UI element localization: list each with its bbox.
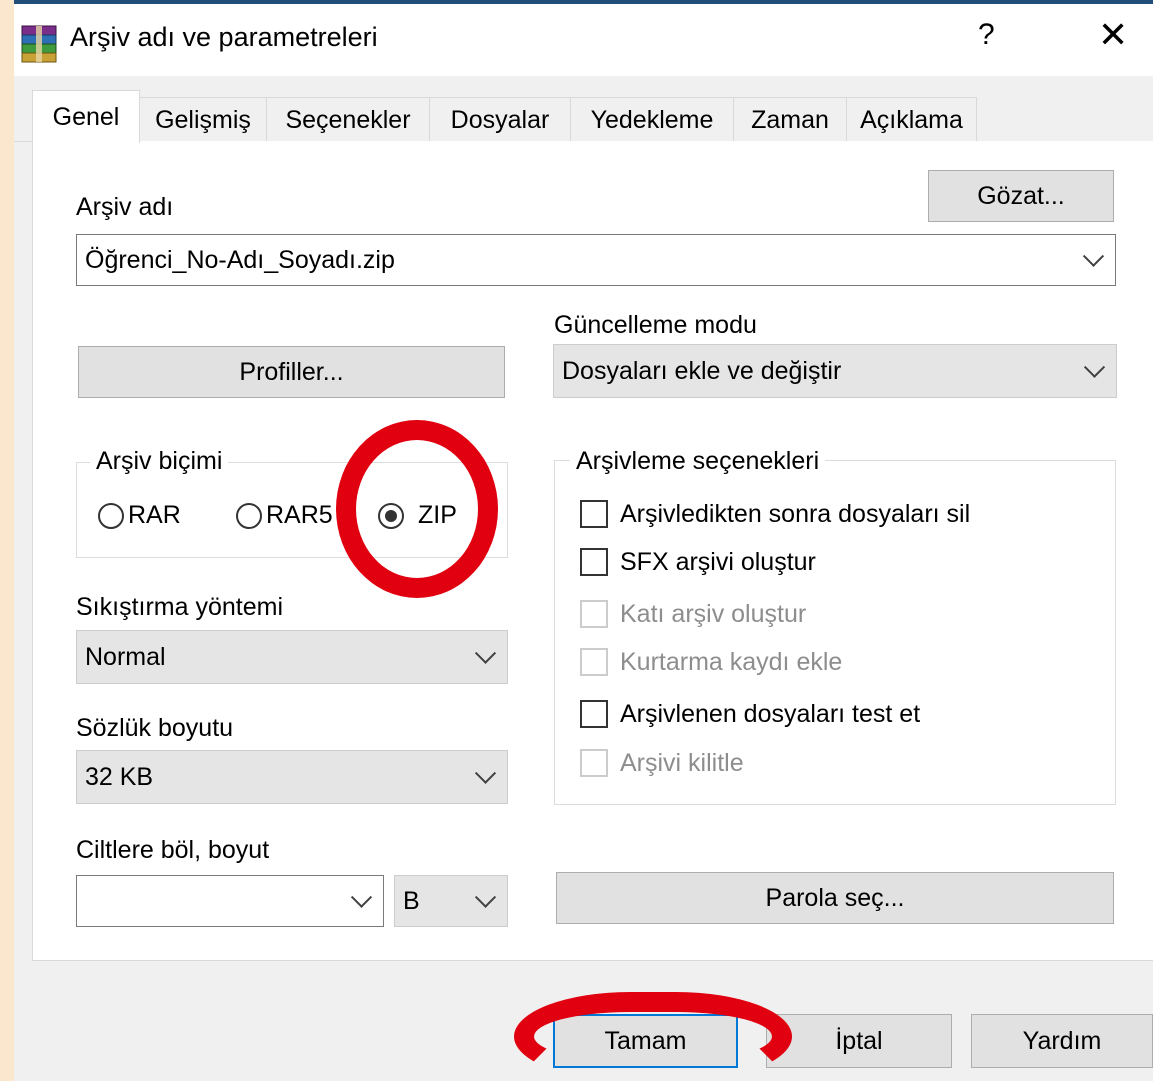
close-icon[interactable]: ✕	[1098, 14, 1128, 56]
checkbox-icon	[580, 600, 608, 628]
chevron-down-icon	[474, 642, 497, 664]
checkbox-icon	[580, 648, 608, 676]
dictionary-value: 32 KB	[85, 762, 154, 791]
tab-aciklama[interactable]: Açıklama	[846, 97, 977, 142]
annotation-ellipse-ok	[514, 992, 792, 1081]
option-recovery-record-label: Kurtarma kaydı ekle	[620, 648, 843, 676]
chevron-down-icon	[474, 886, 497, 908]
archive-name-value: Öğrenci_No-Adı_Soyadı.zip	[85, 245, 395, 274]
radio-rar-label: RAR	[128, 501, 181, 529]
annotation-circle-zip	[336, 420, 498, 598]
help-title-button[interactable]: ?	[978, 18, 995, 52]
radio-circle-icon	[98, 503, 124, 529]
chevron-down-icon	[474, 762, 497, 784]
checkbox-icon	[580, 548, 608, 576]
archive-format-title: Arşiv biçimi	[90, 447, 229, 476]
window-title: Arşiv adı ve parametreleri	[70, 22, 378, 52]
split-size-combo[interactable]	[76, 875, 384, 927]
checkbox-icon	[580, 749, 608, 777]
option-test-files-label: Arşivlenen dosyaları test et	[620, 700, 921, 728]
tab-yedekleme[interactable]: Yedekleme	[570, 97, 734, 142]
cancel-button[interactable]: İptal	[766, 1014, 952, 1068]
compression-label: Sıkıştırma yöntemi	[76, 593, 283, 621]
option-create-sfx-label: SFX arşivi oluştur	[620, 548, 816, 576]
option-lock-archive-label: Arşivi kilitle	[620, 749, 744, 777]
update-mode-value: Dosyaları ekle ve değiştir	[562, 356, 842, 385]
option-create-sfx[interactable]: SFX arşivi oluştur	[580, 546, 1100, 580]
dictionary-label: Sözlük boyutu	[76, 714, 234, 742]
compression-value: Normal	[85, 642, 166, 671]
archiving-options-title: Arşivleme seçenekleri	[570, 447, 826, 476]
tab-genel[interactable]: Genel	[32, 90, 140, 143]
radio-rar[interactable]: RAR	[98, 500, 228, 534]
chevron-down-icon	[350, 886, 373, 908]
chevron-down-icon	[1083, 356, 1106, 378]
compression-select[interactable]: Normal	[76, 630, 508, 684]
split-unit-select[interactable]: B	[394, 875, 508, 927]
option-delete-after[interactable]: Arşivledikten sonra dosyaları sil	[580, 498, 1100, 532]
tab-zaman[interactable]: Zaman	[733, 97, 847, 142]
split-unit-value: B	[403, 886, 420, 915]
chevron-down-icon	[1082, 245, 1105, 267]
set-password-button[interactable]: Parola seç...	[556, 872, 1114, 924]
option-test-files[interactable]: Arşivlenen dosyaları test et	[580, 698, 1100, 732]
browse-button[interactable]: Gözat...	[928, 170, 1114, 222]
option-lock-archive: Arşivi kilitle	[580, 747, 1100, 781]
split-label: Ciltlere böl, boyut	[76, 836, 270, 864]
option-solid-archive-label: Katı arşiv oluştur	[620, 600, 807, 628]
option-recovery-record: Kurtarma kaydı ekle	[580, 646, 1100, 680]
archive-name-label: Arşiv adı	[76, 193, 174, 221]
help-button[interactable]: Yardım	[971, 1014, 1153, 1068]
tab-gelismis[interactable]: Gelişmiş	[139, 97, 267, 142]
radio-rar5-label: RAR5	[266, 501, 333, 529]
winrar-books-icon	[18, 24, 62, 64]
profiles-button[interactable]: Profiller...	[78, 346, 505, 398]
radio-circle-icon	[236, 503, 262, 529]
dictionary-select[interactable]: 32 KB	[76, 750, 508, 804]
archive-name-combo[interactable]: Öğrenci_No-Adı_Soyadı.zip	[76, 234, 1116, 286]
checkbox-icon	[580, 700, 608, 728]
update-mode-label: Güncelleme modu	[554, 311, 757, 339]
tab-secenekler[interactable]: Seçenekler	[266, 97, 430, 142]
left-border-strip	[0, 0, 14, 1081]
update-mode-select[interactable]: Dosyaları ekle ve değiştir	[553, 344, 1117, 398]
tab-dosyalar[interactable]: Dosyalar	[429, 97, 571, 142]
checkbox-icon	[580, 500, 608, 528]
option-delete-after-label: Arşivledikten sonra dosyaları sil	[620, 500, 971, 528]
option-solid-archive: Katı arşiv oluştur	[580, 598, 1100, 632]
